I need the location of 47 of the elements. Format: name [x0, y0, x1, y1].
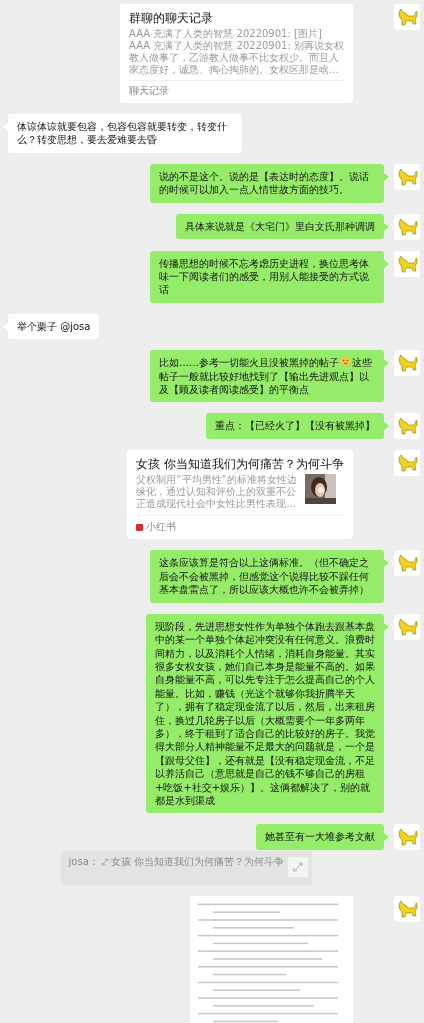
cat-avatar-icon[interactable]	[394, 550, 420, 577]
link-icon	[100, 858, 109, 867]
bubble-tail	[384, 259, 389, 268]
preview-line: AAA 充满了人类的智慧 20220901: 别再说女权	[129, 40, 344, 52]
link-icon	[288, 857, 308, 878]
cat-avatar-icon[interactable]	[394, 213, 420, 240]
card-footer: 聊天记录	[129, 80, 344, 98]
link-card[interactable]: 女孩 你当知道我们为何痛苦？为何斗争 父权制用“平均男性”的标准将女性边 缘化，通过认知和评价上的双重不公 正造成现代社会中女性比男性表现… 小红书	[127, 450, 353, 540]
bubble-tail	[384, 172, 389, 181]
cat-avatar-icon[interactable]	[394, 896, 420, 923]
message-bubble: 具体来说就是《大宅门》里白文氏那种调调	[176, 213, 384, 240]
message-bubble: 重点：【已经火了】【没有被黑掉】	[206, 413, 384, 439]
preview-line: 家态度好，诚恳、掏心掏肺的。女权区那是啥…	[129, 64, 341, 76]
description-line: 父权制用“平均男性”的标准将女性边	[136, 474, 297, 486]
cat-avatar-icon[interactable]	[394, 413, 420, 440]
message-bubble: 体谅体谅就要包容，包容包容就要转变，转变什么？转变思想，要去爱难要去昏	[8, 114, 242, 153]
cat-avatar-icon[interactable]	[394, 450, 420, 477]
source-label: 小红书	[146, 520, 177, 535]
cat-avatar-icon[interactable]	[394, 250, 420, 277]
card-title: 群聊的聊天记录	[129, 11, 215, 26]
message-bubble: 现阶段，先进思想女性作为单独个体跑去跟基本盘中的某一个单独个体起冲突没有任何意义。浪费时间精力，以及消耗个人情绪，消耗自身能量。其实很多女权女孩，她们自己本身是能量不高的。如果自身能量不高，可以先专注于怎么提高自己的个人能量。比如，赚钱（光这个就够你我折腾半天了），拥有了稳定现金流了以后，然后，出来租房住，换过几轮房子以后（大概需要个一年多两年多），终于租到了适合自己的比较好的房子。我觉得大部分人精神能量不足最大的问题就是，一个是【跟母父住】，还有就是【没有稳定现金流，不足以养活自己（意思就是自己的钱不够自己的房租+吃饭+社交+娱乐）】。这俩都解决了，别的就都是水到渠成	[146, 613, 384, 814]
message-bubble: 比如……参考一切能火且没被黑掉的帖子 这些帖子一般就比较好地找到了【输出先进观点】以及【顾及读者阅读感受】的平衡点	[150, 350, 384, 403]
description-line: 缘化，通过认知和评价上的双重不公	[136, 486, 297, 499]
preview-line: 教人做事了，乙游教人做事不比女权少。而且人	[129, 52, 341, 64]
description-line: 正造成现代社会中女性比男性表现…	[136, 498, 297, 511]
message-bubble: 传播思想的时候不忘考虑历史进程，换位思考体味一下阅读者们的感受，用别人能接受的方式说话	[150, 250, 384, 303]
chat-record-card[interactable]: 群聊的聊天记录 AAA 充满了人类的智慧 20220901: [图片] AAA 充满了人类的智慧 20220901: 别再说女权 教人做事了，乙游教人做事不比女权少。而且人 家态度好，诚恳、掏心掏肺的。女权区那是啥… 聊天记录	[120, 4, 353, 103]
message-bubble: 举个栗子 @josa	[8, 313, 100, 340]
bubble-tail	[384, 359, 389, 368]
bubble-tail	[384, 559, 389, 568]
card-title: 女孩 你当知道我们为何痛苦？为何斗争	[136, 457, 344, 473]
bubble-tail	[384, 422, 389, 431]
cat-avatar-icon[interactable]	[394, 613, 420, 640]
face-emoji-icon	[340, 356, 351, 368]
message-bubble: 说的不是这个。说的是【表达时的态度】。说话的时候可以加入一点人情世故方面的技巧。	[150, 163, 384, 203]
message-bubble: 这条应该算是符合以上这俩标准。（但不确定之后会不会被黑掉，但感觉这个说得比较不踩任何基本盘雷点了，所以应该大概也许不会被弄掉）	[150, 550, 384, 603]
preview-line: AAA 充满了人类的智慧 20220901: [图片]	[129, 28, 323, 40]
quote-text: josa： 女孩 你当知道我们为何痛苦？为何斗争	[68, 855, 284, 869]
bubble-tail	[384, 833, 389, 842]
bubble-tail	[384, 222, 389, 231]
cat-avatar-icon[interactable]	[394, 4, 420, 30]
app-logo-icon	[136, 523, 144, 531]
cat-avatar-icon[interactable]	[394, 824, 420, 851]
cat-avatar-icon[interactable]	[394, 163, 420, 190]
bubble-tail	[384, 622, 389, 631]
message-bubble: 她甚至有一大堆参考文献	[256, 824, 384, 850]
cat-avatar-icon[interactable]	[394, 350, 420, 377]
